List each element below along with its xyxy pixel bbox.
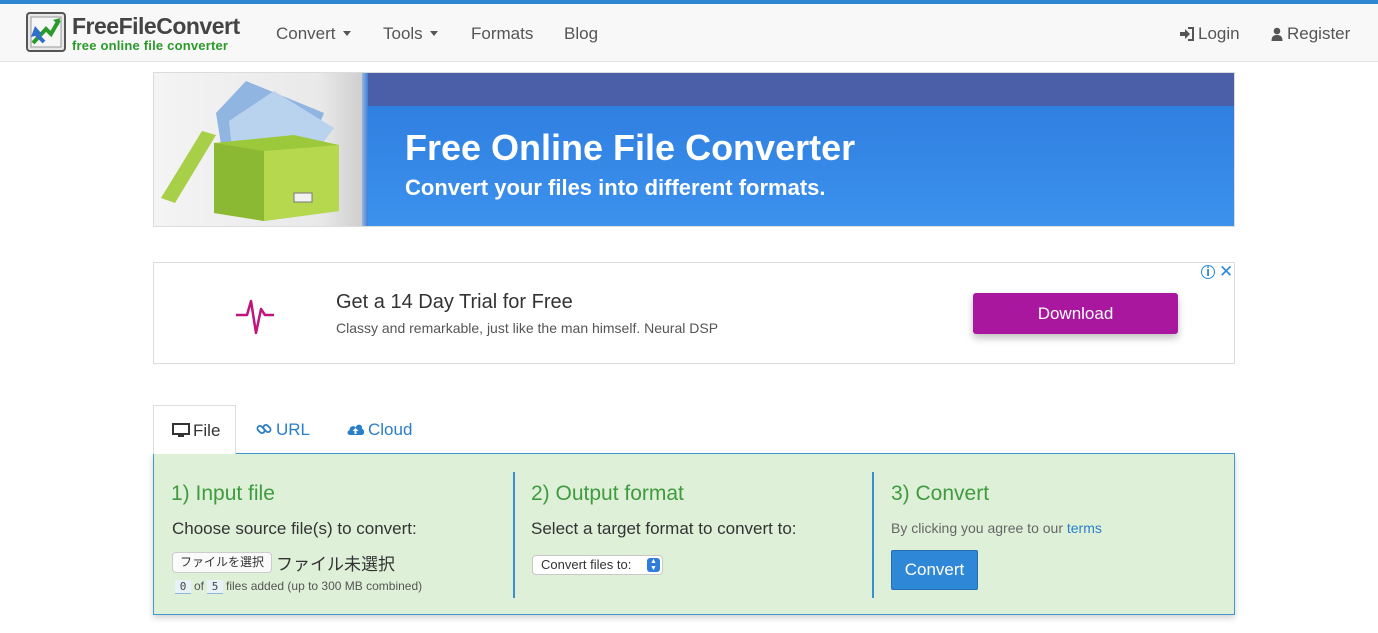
ad-title[interactable]: Get a 14 Day Trial for Free bbox=[336, 291, 573, 314]
nav-tools-label: Tools bbox=[383, 24, 423, 43]
count-suffix: files added (up to 300 MB combined) bbox=[226, 579, 423, 593]
files-added-count: 0 bbox=[175, 580, 191, 594]
sign-in-icon bbox=[1180, 27, 1194, 41]
tab-cloud-label: Cloud bbox=[368, 420, 413, 439]
hero-title: Free Online File Converter bbox=[405, 127, 856, 168]
nav-blog-link[interactable]: Blog bbox=[564, 24, 598, 44]
navbar: FreeFileConvert free online file convert… bbox=[0, 4, 1378, 62]
step1-title: 1) Input file bbox=[171, 482, 275, 505]
choose-file-button[interactable]: ファイルを選択 bbox=[172, 552, 272, 573]
register-label: Register bbox=[1287, 24, 1351, 43]
logo-title: FreeFileConvert bbox=[72, 13, 240, 39]
user-icon bbox=[1271, 27, 1283, 41]
step3-title: 3) Convert bbox=[891, 482, 990, 505]
tab-file[interactable]: File bbox=[153, 405, 236, 454]
hero-divider bbox=[362, 73, 368, 226]
tab-url-label: URL bbox=[276, 420, 311, 439]
step1-instruction: Choose source file(s) to convert: bbox=[172, 519, 417, 538]
output-format-select[interactable]: Convert files to: ▲ ▼ bbox=[532, 555, 663, 575]
logo-icon bbox=[26, 12, 66, 52]
caret-down-icon bbox=[429, 31, 438, 36]
link-icon bbox=[256, 424, 272, 434]
step2-title: 2) Output format bbox=[531, 482, 684, 505]
step2-instruction: Select a target format to convert to: bbox=[531, 519, 797, 538]
file-box-icon bbox=[161, 81, 339, 221]
tab-file-label: File bbox=[193, 421, 221, 440]
convert-button[interactable]: Convert bbox=[891, 550, 978, 590]
login-label: Login bbox=[1198, 24, 1240, 43]
advertisement[interactable]: Get a 14 Day Trial for Free Classy and r… bbox=[153, 262, 1235, 364]
caret-down-icon bbox=[342, 31, 351, 36]
column-divider bbox=[872, 472, 874, 598]
file-status: ファイル未選択 bbox=[276, 555, 395, 574]
tab-cloud[interactable]: Cloud bbox=[346, 405, 412, 454]
site-logo[interactable]: FreeFileConvert free online file convert… bbox=[26, 12, 240, 56]
file-count: 0 of 5 files added (up to 300 MB combined) bbox=[172, 579, 422, 594]
output-format-value: Convert files to: bbox=[541, 557, 632, 572]
nav-tools-menu[interactable]: Tools bbox=[383, 24, 438, 44]
login-link[interactable]: Login bbox=[1179, 24, 1240, 44]
nav-convert-menu[interactable]: Convert bbox=[276, 24, 351, 44]
hero-image bbox=[154, 73, 362, 226]
ad-info-icon[interactable]: i bbox=[1201, 265, 1215, 279]
ad-download-button[interactable]: Download bbox=[973, 293, 1178, 334]
hero-banner: Free Online File Converter Convert your … bbox=[153, 72, 1235, 227]
ad-description: Classy and remarkable, just like the man… bbox=[336, 320, 719, 336]
count-of-label: of bbox=[194, 579, 205, 593]
terms-prefix: By clicking you agree to our bbox=[891, 520, 1063, 536]
tab-url[interactable]: URL bbox=[256, 405, 310, 454]
register-link[interactable]: Register bbox=[1271, 24, 1350, 44]
ad-close-icon[interactable]: ✕ bbox=[1219, 262, 1233, 282]
column-divider bbox=[513, 472, 515, 598]
converter-panel: 1) Input file Choose source file(s) to c… bbox=[153, 453, 1235, 615]
nav-convert-label: Convert bbox=[276, 24, 336, 43]
terms-notice: By clicking you agree to our terms bbox=[891, 520, 1102, 536]
pulse-logo-icon bbox=[236, 299, 274, 335]
monitor-icon bbox=[172, 423, 190, 437]
nav-formats-link[interactable]: Formats bbox=[471, 24, 533, 44]
logo-subtitle: free online file converter bbox=[72, 38, 229, 53]
cloud-upload-icon bbox=[347, 424, 365, 435]
select-arrows-icon: ▲ ▼ bbox=[647, 558, 660, 572]
hero-subtitle: Convert your files into different format… bbox=[405, 175, 826, 200]
terms-link[interactable]: terms bbox=[1067, 520, 1102, 536]
files-max-count: 5 bbox=[207, 580, 224, 594]
